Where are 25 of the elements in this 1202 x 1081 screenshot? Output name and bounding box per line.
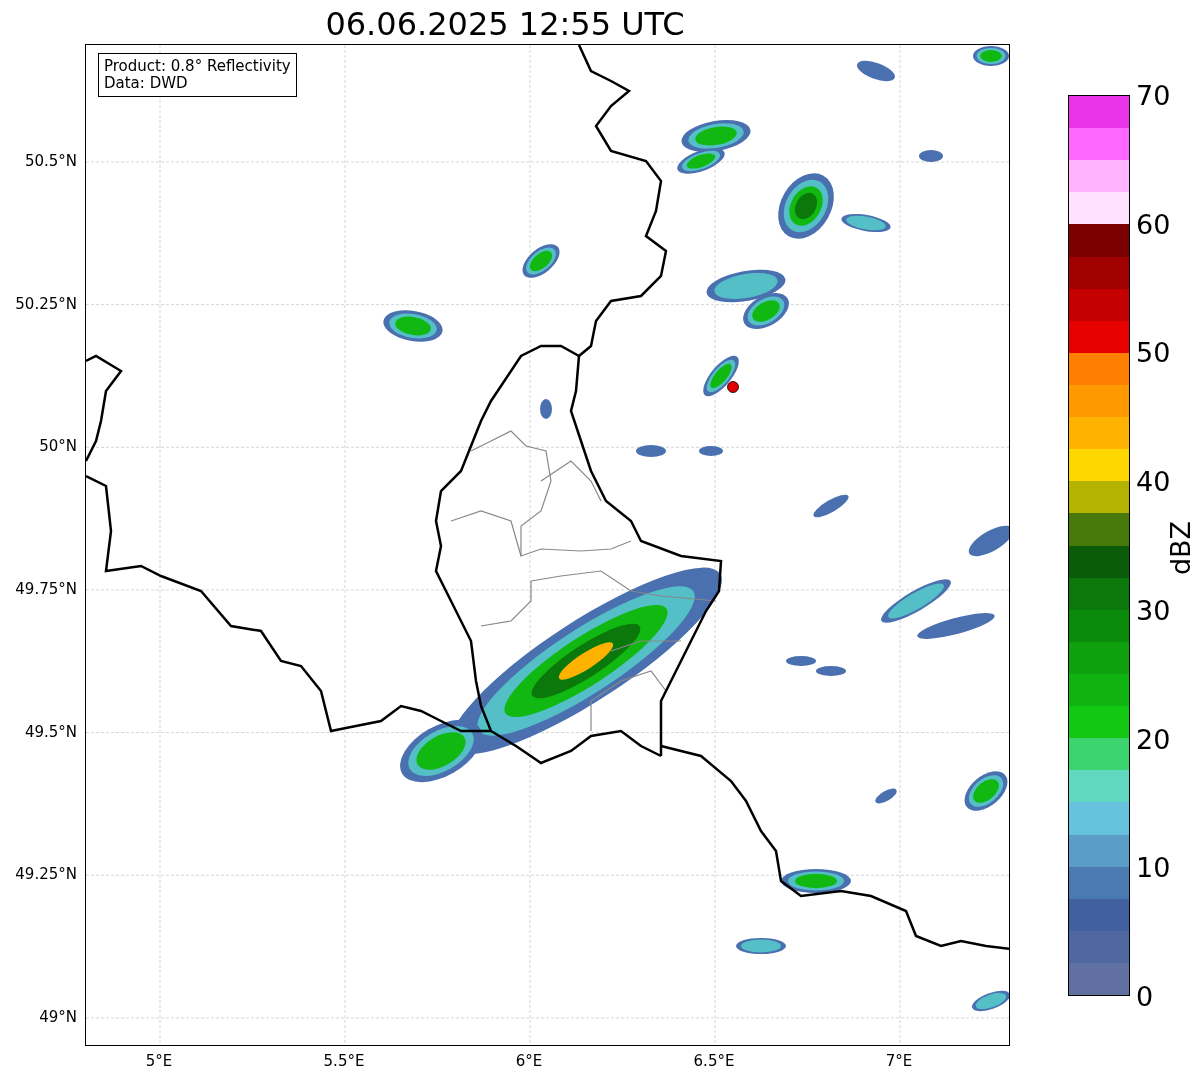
colorbar-tick-label: 40 <box>1136 465 1171 497</box>
chart-title: 06.06.2025 12:55 UTC <box>325 4 685 44</box>
colorbar-tick-label: 30 <box>1136 594 1171 626</box>
info-text: Data: DWD <box>104 75 189 92</box>
latitude-label: 49.5°N <box>24 722 77 741</box>
latitude-label: 50°N <box>39 437 77 456</box>
longitude-label: 5.5°E <box>323 1052 365 1070</box>
latitude-label: 50.25°N <box>15 294 77 313</box>
colorbar-title: dBZ <box>1164 520 1196 576</box>
colorbar-tick-label: 60 <box>1136 208 1171 240</box>
colorbar-tick-label: 0 <box>1136 980 1154 1012</box>
colorbar-tick-label: 20 <box>1136 723 1171 755</box>
latitude-label: 49.25°N <box>15 865 77 884</box>
latitude-label: 49.75°N <box>15 579 77 598</box>
latitude-label: 50.5°N <box>24 151 77 170</box>
colorbar-tick-label: 70 <box>1136 79 1171 111</box>
longitude-label: 6.5°E <box>693 1052 735 1070</box>
longitude-label: 7°E <box>885 1052 913 1070</box>
colorbar-tick-label: 50 <box>1136 336 1171 368</box>
longitude-label: 5°E <box>145 1052 173 1070</box>
latitude-label: 49°N <box>39 1007 77 1026</box>
colorbar-tick-label: 10 <box>1136 851 1171 883</box>
info-text: Product: 0.8° Reflectivity <box>104 58 291 75</box>
longitude-label: 6°E <box>515 1052 543 1070</box>
location-marker <box>727 381 739 393</box>
